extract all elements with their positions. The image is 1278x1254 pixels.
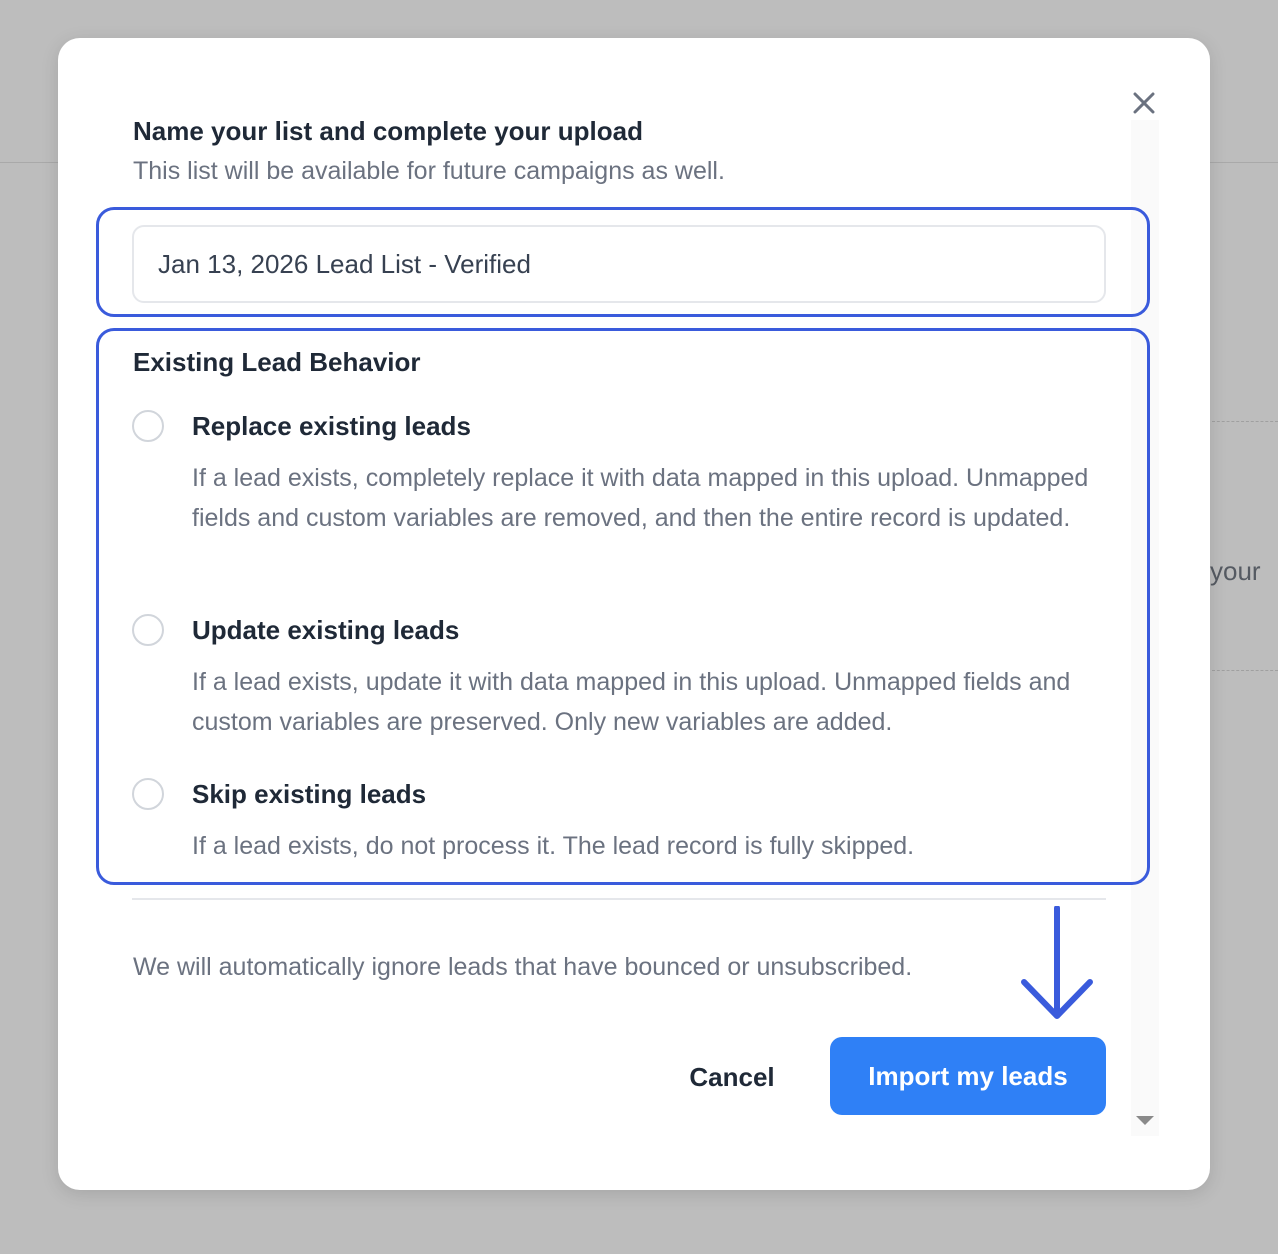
option-label: Update existing leads: [192, 615, 460, 645]
option-description: If a lead exists, update it with data ma…: [192, 668, 1071, 736]
option-label: Skip existing leads: [192, 779, 427, 809]
radio-skip-existing-leads[interactable]: [132, 778, 164, 810]
option-description: If a lead exists, completely replace it …: [192, 464, 1089, 532]
background-dashed-line: [1212, 670, 1278, 671]
radio-update-existing-leads[interactable]: [132, 614, 164, 646]
radio-replace-existing-leads[interactable]: [132, 410, 164, 442]
modal-title: Name your list and complete your upload: [133, 116, 643, 146]
modal-subtitle: This list will be available for future c…: [133, 157, 725, 185]
option-description: If a lead exists, do not process it. The…: [192, 832, 915, 860]
arrow-down-icon: [1021, 906, 1093, 1019]
close-button[interactable]: [1127, 86, 1161, 120]
cancel-button[interactable]: Cancel: [670, 1040, 794, 1114]
list-name-input[interactable]: [132, 225, 1106, 303]
existing-lead-behavior-label: Existing Lead Behavior: [133, 347, 421, 377]
option-replace-existing-leads[interactable]: Replace existing leads If a lead exists,…: [132, 410, 1092, 580]
background-partial-text: your: [1210, 556, 1261, 586]
scroll-down-arrow-icon[interactable]: [1136, 1116, 1154, 1125]
option-skip-existing-leads[interactable]: Skip existing leads If a lead exists, do…: [132, 778, 1092, 868]
close-icon: [1133, 92, 1155, 114]
background-dashed-line: [1212, 421, 1278, 422]
import-my-leads-button[interactable]: Import my leads: [830, 1037, 1106, 1115]
section-divider: [132, 898, 1106, 900]
option-update-existing-leads[interactable]: Update existing leads If a lead exists, …: [132, 614, 1092, 744]
option-label: Replace existing leads: [192, 411, 471, 441]
ignore-bounced-note: We will automatically ignore leads that …: [133, 953, 913, 981]
